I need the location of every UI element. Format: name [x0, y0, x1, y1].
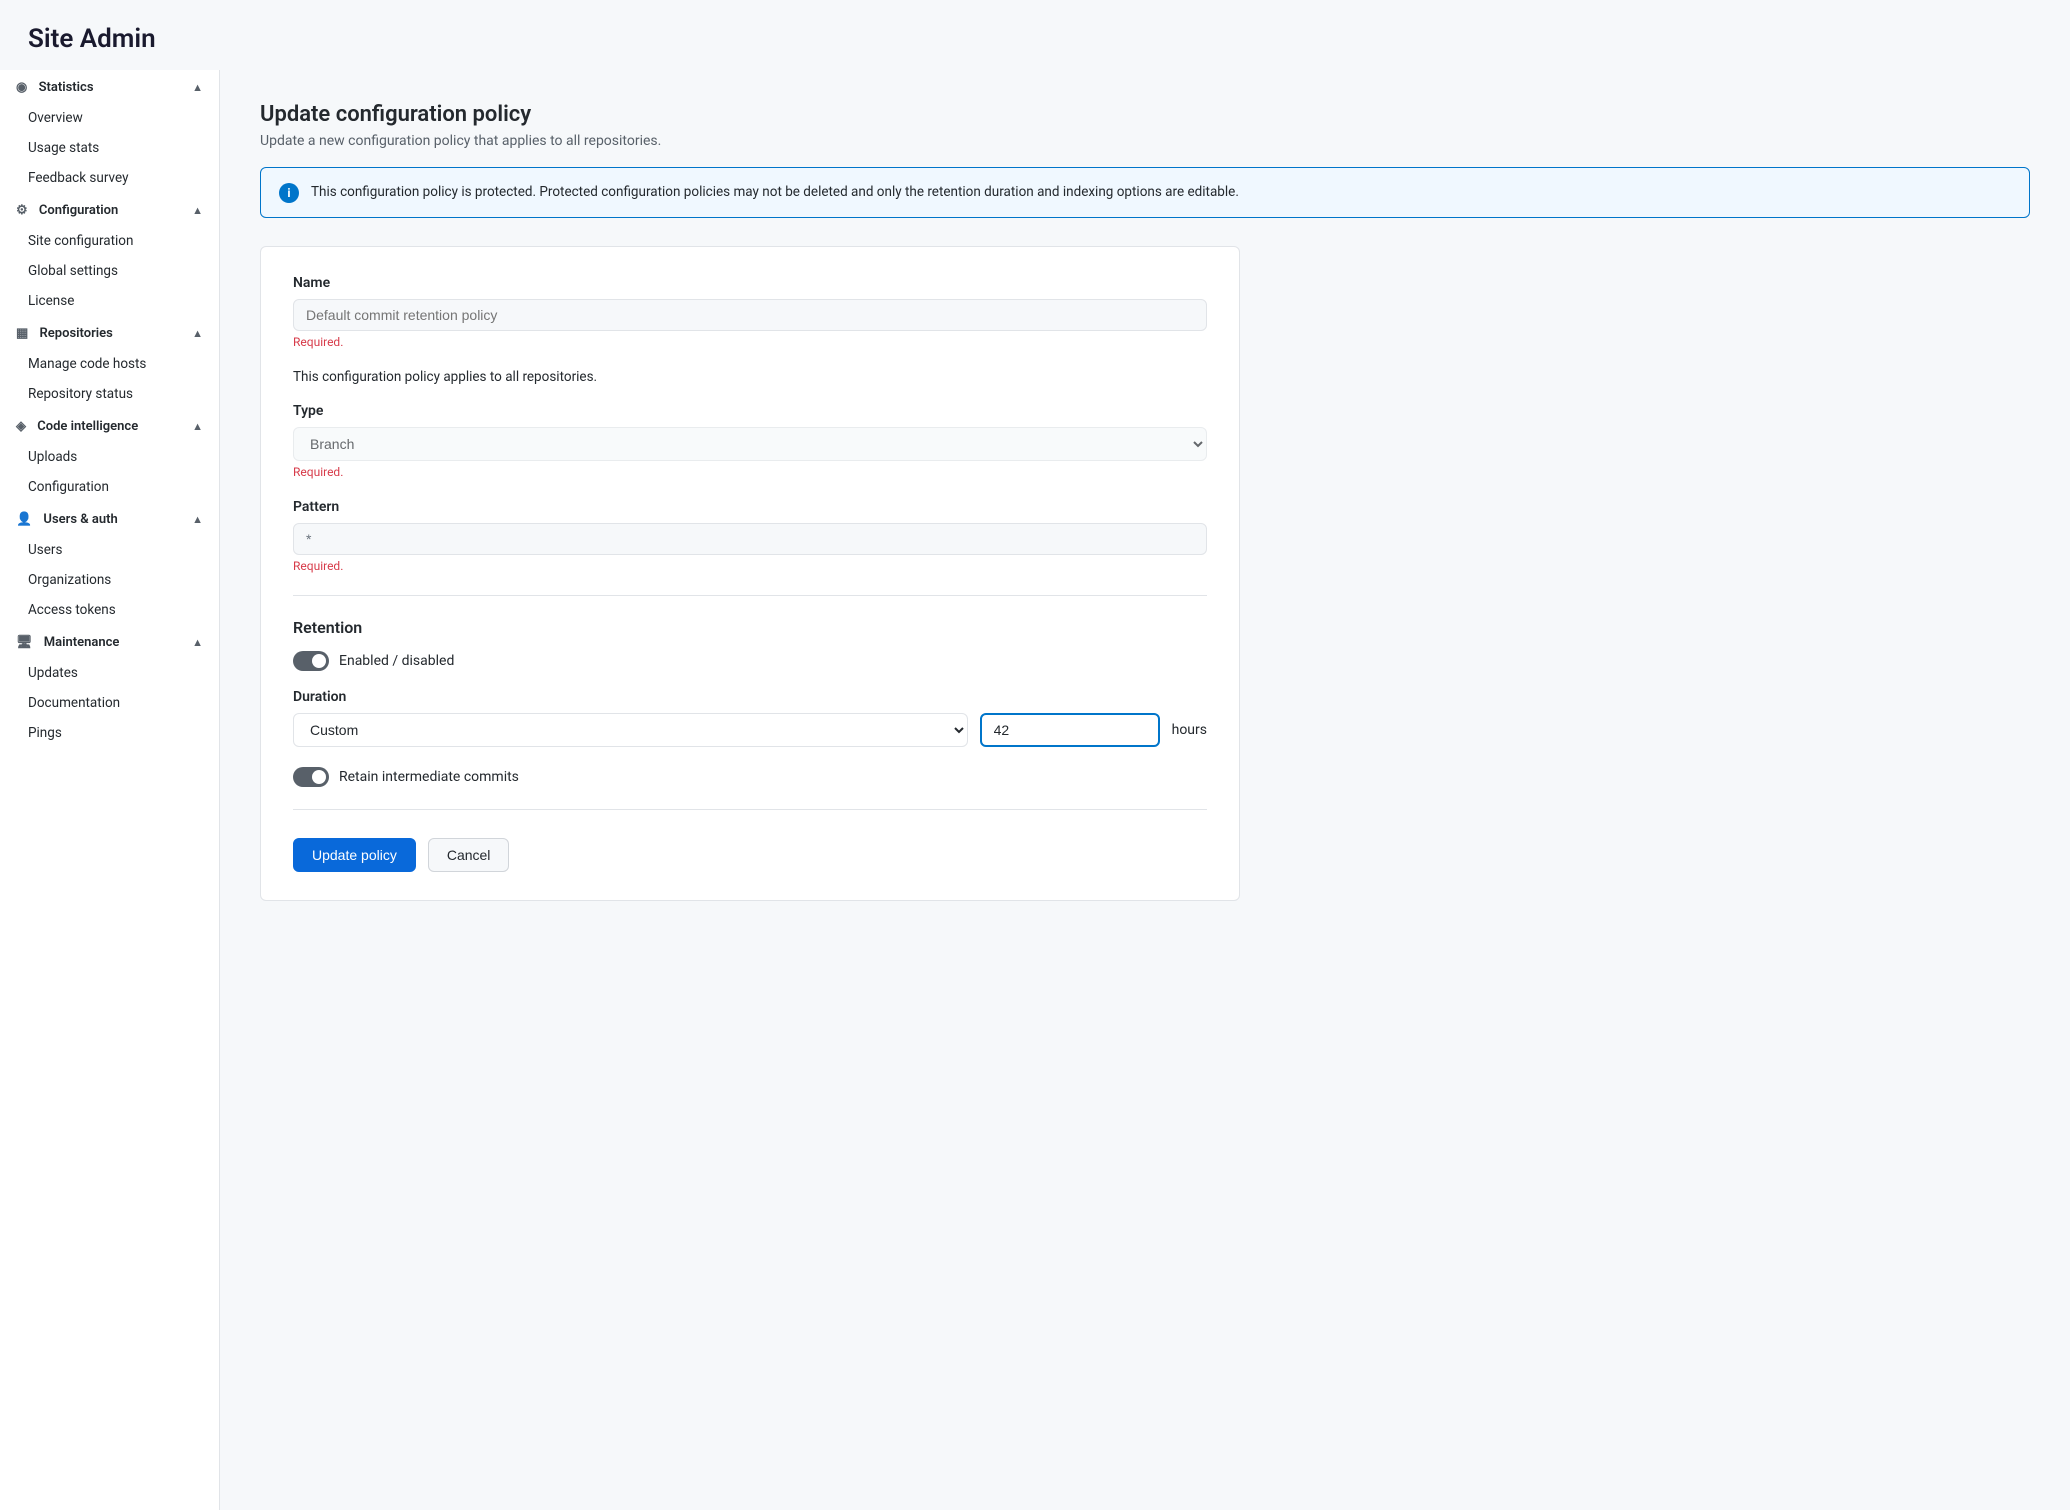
name-label: Name	[293, 275, 1207, 291]
divider-2	[293, 809, 1207, 810]
users-auth-icon: 👤	[16, 512, 32, 527]
divider	[293, 595, 1207, 596]
content-area: Update configuration policy Update a new…	[220, 70, 2070, 1510]
pattern-required: Required.	[293, 559, 1207, 573]
chevron-up-icon-4: ▲	[192, 420, 203, 433]
sidebar-section-maintenance[interactable]: 🖥 Maintenance ▲	[0, 625, 219, 658]
sidebar-section-users-auth-label: Users & auth	[43, 512, 117, 527]
sidebar-section-repositories-label: Repositories	[40, 326, 113, 341]
chevron-up-icon-6: ▲	[192, 636, 203, 649]
form-card: Name Required. This configuration policy…	[260, 246, 1240, 901]
duration-row: Custom 30 days 90 days 180 days 1 year I…	[293, 713, 1207, 747]
duration-form-group: Duration Custom 30 days 90 days 180 days…	[293, 689, 1207, 747]
enabled-toggle-label: Enabled / disabled	[339, 653, 454, 669]
retain-toggle-row: Retain intermediate commits	[293, 767, 1207, 787]
applies-text: This configuration policy applies to all…	[293, 369, 1207, 385]
type-required: Required.	[293, 465, 1207, 479]
duration-unit: hours	[1172, 722, 1207, 738]
sidebar-section-statistics[interactable]: ◉ Statistics ▲	[0, 70, 219, 103]
sidebar-item-updates[interactable]: Updates	[0, 658, 219, 688]
duration-label: Duration	[293, 689, 1207, 705]
toggle-slider	[293, 651, 329, 671]
sidebar-item-pings[interactable]: Pings	[0, 718, 219, 748]
page-subheading: Update a new configuration policy that a…	[260, 133, 2030, 149]
sidebar-item-organizations[interactable]: Organizations	[0, 565, 219, 595]
chevron-up-icon-2: ▲	[192, 204, 203, 217]
chevron-up-icon-3: ▲	[192, 327, 203, 340]
duration-number-input[interactable]	[980, 713, 1160, 747]
retain-toggle-label: Retain intermediate commits	[339, 769, 519, 785]
enabled-toggle[interactable]	[293, 651, 329, 671]
sidebar-section-maintenance-label: Maintenance	[44, 635, 120, 650]
sidebar-item-manage-code-hosts[interactable]: Manage code hosts	[0, 349, 219, 379]
form-actions: Update policy Cancel	[293, 838, 1207, 872]
main-layout: ◉ Statistics ▲ Overview Usage stats Feed…	[0, 70, 2070, 1510]
cancel-button[interactable]: Cancel	[428, 838, 510, 872]
name-required: Required.	[293, 335, 1207, 349]
page-title: Site Admin	[0, 0, 2070, 70]
info-icon: i	[279, 183, 299, 203]
sidebar-item-feedback-survey[interactable]: Feedback survey	[0, 163, 219, 193]
type-form-group: Type Branch Tag Commit Required.	[293, 403, 1207, 479]
sidebar-section-repositories[interactable]: ▦ Repositories ▲	[0, 316, 219, 349]
pattern-form-group: Pattern Required.	[293, 499, 1207, 573]
retain-toggle-slider	[293, 767, 329, 787]
sidebar-section-statistics-label: Statistics	[39, 80, 94, 95]
chevron-up-icon: ▲	[192, 81, 203, 94]
sidebar-item-documentation[interactable]: Documentation	[0, 688, 219, 718]
sidebar-section-configuration-label: Configuration	[39, 203, 118, 218]
repositories-icon: ▦	[16, 326, 28, 341]
maintenance-icon: 🖥	[16, 635, 33, 650]
sidebar-item-site-configuration[interactable]: Site configuration	[0, 226, 219, 256]
sidebar-section-code-intelligence-label: Code intelligence	[37, 419, 138, 434]
pattern-label: Pattern	[293, 499, 1207, 515]
sidebar-item-users[interactable]: Users	[0, 535, 219, 565]
code-intelligence-icon: ◈	[16, 419, 26, 434]
retention-heading: Retention	[293, 618, 1207, 637]
statistics-icon: ◉	[16, 80, 27, 95]
update-policy-button[interactable]: Update policy	[293, 838, 416, 872]
type-label: Type	[293, 403, 1207, 419]
sidebar: ◉ Statistics ▲ Overview Usage stats Feed…	[0, 70, 220, 1510]
enabled-toggle-row: Enabled / disabled	[293, 651, 1207, 671]
name-input[interactable]	[293, 299, 1207, 331]
sidebar-item-usage-stats[interactable]: Usage stats	[0, 133, 219, 163]
sidebar-item-access-tokens[interactable]: Access tokens	[0, 595, 219, 625]
sidebar-section-users-auth[interactable]: 👤 Users & auth ▲	[0, 502, 219, 535]
sidebar-item-overview[interactable]: Overview	[0, 103, 219, 133]
sidebar-section-code-intelligence[interactable]: ◈ Code intelligence ▲	[0, 409, 219, 442]
info-box-text: This configuration policy is protected. …	[311, 182, 1239, 202]
configuration-icon: ⚙	[16, 203, 28, 218]
retain-toggle[interactable]	[293, 767, 329, 787]
info-box: i This configuration policy is protected…	[260, 167, 2030, 218]
app-container: Site Admin ◉ Statistics ▲ Overview Usage…	[0, 0, 2070, 1510]
chevron-up-icon-5: ▲	[192, 513, 203, 526]
sidebar-item-global-settings[interactable]: Global settings	[0, 256, 219, 286]
sidebar-item-uploads[interactable]: Uploads	[0, 442, 219, 472]
pattern-input[interactable]	[293, 523, 1207, 555]
duration-select[interactable]: Custom 30 days 90 days 180 days 1 year I…	[293, 713, 968, 747]
name-form-group: Name Required.	[293, 275, 1207, 349]
sidebar-item-repository-status[interactable]: Repository status	[0, 379, 219, 409]
sidebar-item-license[interactable]: License	[0, 286, 219, 316]
sidebar-section-configuration[interactable]: ⚙ Configuration ▲	[0, 193, 219, 226]
page-heading: Update configuration policy	[260, 102, 2030, 127]
sidebar-item-configuration-ci[interactable]: Configuration	[0, 472, 219, 502]
type-select[interactable]: Branch Tag Commit	[293, 427, 1207, 461]
